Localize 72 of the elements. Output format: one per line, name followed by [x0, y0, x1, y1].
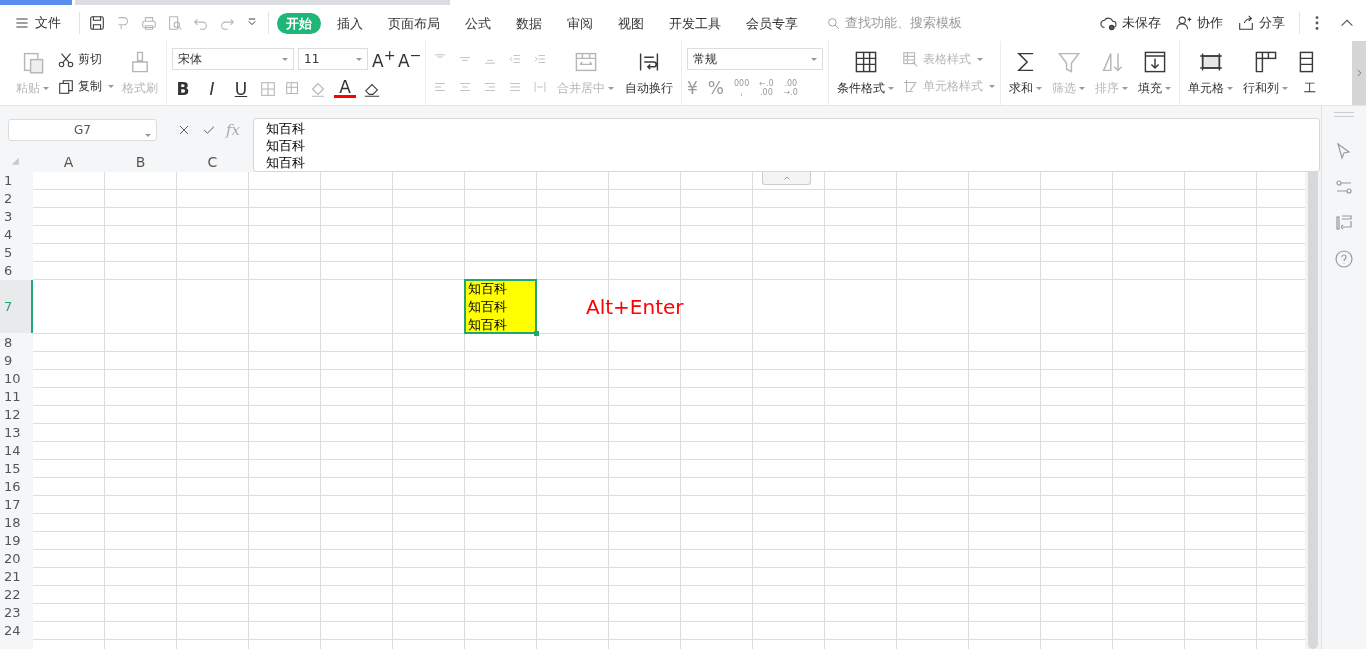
caret-icon	[282, 57, 288, 61]
person-add-icon	[1175, 14, 1193, 32]
sum-button[interactable]: 求和	[1006, 47, 1045, 99]
collaborate-button[interactable]: 协作	[1175, 14, 1223, 32]
shrink-font-button[interactable]: A$^{−}$	[398, 47, 420, 71]
font-color-button[interactable]: A	[334, 79, 356, 99]
fill-down-icon	[1142, 49, 1167, 74]
search-icon	[826, 15, 841, 31]
caret-icon	[1079, 86, 1085, 90]
save-icon[interactable]	[88, 14, 106, 32]
caret-icon	[811, 57, 817, 61]
ribbon-tab[interactable]: 审阅	[558, 12, 602, 34]
help-icon[interactable]	[1334, 249, 1354, 269]
bold-button[interactable]: B	[172, 78, 194, 99]
caret-icon	[608, 86, 614, 90]
share-icon	[1237, 14, 1255, 32]
wrap-text-button[interactable]: 自动换行	[622, 47, 676, 99]
share-button[interactable]: 分享	[1237, 14, 1285, 32]
worksheet-button[interactable]: 工	[1295, 47, 1325, 99]
table-style-icon	[902, 50, 920, 69]
print-icon[interactable]	[140, 14, 158, 32]
number-format-select[interactable]: 常规	[687, 48, 823, 70]
caret-icon	[43, 86, 49, 90]
rows-columns-button[interactable]: 行和列	[1240, 47, 1291, 99]
caret-icon	[145, 134, 151, 137]
caret-icon	[1227, 86, 1233, 90]
borders-icon[interactable]	[259, 79, 277, 98]
scroll-right-button[interactable]	[1352, 41, 1366, 105]
ribbon-tab[interactable]: 会员专享	[737, 12, 807, 34]
underline-button[interactable]: U	[230, 78, 252, 99]
copy-icon	[57, 77, 75, 96]
conditional-format-button[interactable]: 条件格式	[834, 47, 897, 99]
cloud-icon	[1100, 14, 1118, 32]
copy-button[interactable]: 复制	[57, 77, 114, 96]
fill-handle[interactable]	[534, 331, 539, 336]
table-grid-icon	[853, 49, 878, 74]
transpose-icon[interactable]	[1334, 213, 1354, 233]
ribbon-tab[interactable]: 插入	[328, 12, 372, 34]
annotation-text: Alt+Enter	[585, 293, 685, 320]
ribbon-tab[interactable]: 公式	[456, 12, 500, 34]
caret-icon	[888, 86, 894, 90]
font-size-select[interactable]: 11	[298, 48, 368, 70]
ribbon-tab[interactable]: 开发工具	[660, 12, 730, 34]
menu-icon	[14, 15, 30, 31]
caret-icon	[1282, 86, 1288, 90]
caret-icon	[1165, 86, 1171, 90]
caret-icon	[989, 85, 995, 88]
caret-icon	[356, 57, 362, 61]
caret-icon	[977, 58, 983, 61]
cut-button[interactable]: 剪切	[57, 50, 114, 69]
table-cell[interactable]: 知百科 知百科 知百科	[465, 280, 536, 333]
sliders-icon[interactable]	[1334, 177, 1354, 197]
align-icon[interactable]	[531, 80, 549, 94]
cell-button[interactable]: 单元格	[1185, 47, 1236, 99]
caret-icon	[108, 85, 114, 88]
formula-input-field[interactable]: 知百科 知百科 知百科	[253, 118, 1320, 172]
caret-icon	[1122, 86, 1128, 90]
rows-columns-icon	[1253, 49, 1278, 74]
file-menu-button[interactable]: 文件	[14, 10, 61, 36]
ribbon-tab[interactable]: 数据	[507, 12, 551, 34]
font-name-select[interactable]: 宋体	[172, 48, 294, 70]
preview-icon[interactable]	[166, 14, 184, 32]
collapse-formula-button[interactable]	[762, 172, 811, 185]
grow-font-button[interactable]: A$^{+}$	[372, 47, 394, 71]
ribbon-tab[interactable]: 页面布局	[379, 12, 449, 34]
vertical-scrollbar[interactable]	[1305, 152, 1321, 649]
ribbon-tab[interactable]: 视图	[609, 12, 653, 34]
italic-button[interactable]: I	[201, 78, 223, 99]
save-status-button[interactable]: 未保存	[1100, 14, 1161, 32]
caret-icon	[1036, 86, 1042, 90]
fill-button[interactable]: 填充	[1135, 47, 1174, 99]
name-box[interactable]: G7	[8, 119, 157, 141]
